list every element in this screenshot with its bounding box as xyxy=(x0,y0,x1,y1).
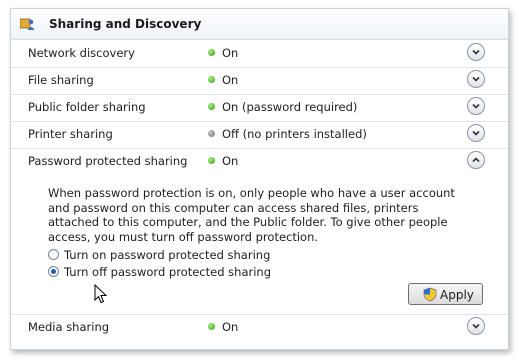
section-title: Sharing and Discovery xyxy=(49,17,202,31)
row-label: Printer sharing xyxy=(28,127,113,141)
chevron-up-icon[interactable] xyxy=(467,151,485,169)
row-password-protected-sharing: Password protected sharing On xyxy=(11,148,508,175)
radio-label: Turn off password protected sharing xyxy=(64,265,271,279)
row-label: Password protected sharing xyxy=(28,154,188,168)
apply-button[interactable]: Apply xyxy=(408,283,483,305)
section-header: Sharing and Discovery xyxy=(11,9,508,40)
row-file-sharing: File sharing On xyxy=(11,67,508,95)
radio-button[interactable] xyxy=(48,249,59,260)
apply-button-label: Apply xyxy=(440,288,474,302)
green-status-dot-icon xyxy=(208,76,215,83)
row-status: On xyxy=(222,73,239,87)
row-status: On xyxy=(222,320,239,334)
row-status: On xyxy=(222,46,239,60)
row-status: Off (no printers installed) xyxy=(222,127,367,141)
chevron-down-icon[interactable] xyxy=(467,43,485,61)
sharing-and-discovery-panel: Sharing and Discovery Network discovery … xyxy=(10,8,509,350)
sharing-center-icon xyxy=(19,17,36,31)
chevron-down-icon[interactable] xyxy=(467,97,485,115)
green-status-dot-icon xyxy=(208,157,215,164)
row-network-discovery: Network discovery On xyxy=(11,40,508,68)
row-status: On (password required) xyxy=(222,100,358,114)
uac-shield-icon xyxy=(423,287,437,302)
green-status-dot-icon xyxy=(208,103,215,110)
row-status: On xyxy=(222,154,239,168)
chevron-down-icon[interactable] xyxy=(467,124,485,142)
gray-status-dot-icon xyxy=(208,130,215,137)
row-label: Media sharing xyxy=(28,320,110,334)
password-sharing-details: When password protection is on, only peo… xyxy=(11,176,508,315)
row-label: File sharing xyxy=(28,73,94,87)
green-status-dot-icon xyxy=(208,49,215,56)
row-printer-sharing: Printer sharing Off (no printers install… xyxy=(11,121,508,149)
row-public-folder-sharing: Public folder sharing On (password requi… xyxy=(11,94,508,122)
chevron-down-icon[interactable] xyxy=(467,70,485,88)
row-label: Public folder sharing xyxy=(28,100,146,114)
chevron-down-icon[interactable] xyxy=(467,317,485,335)
mouse-cursor-icon xyxy=(94,284,108,304)
radio-label: Turn on password protected sharing xyxy=(64,248,271,262)
row-label: Network discovery xyxy=(28,46,135,60)
radio-button[interactable] xyxy=(48,266,59,277)
row-media-sharing: Media sharing On xyxy=(11,314,508,341)
green-status-dot-icon xyxy=(208,323,215,330)
password-description: When password protection is on, only peo… xyxy=(48,186,455,244)
